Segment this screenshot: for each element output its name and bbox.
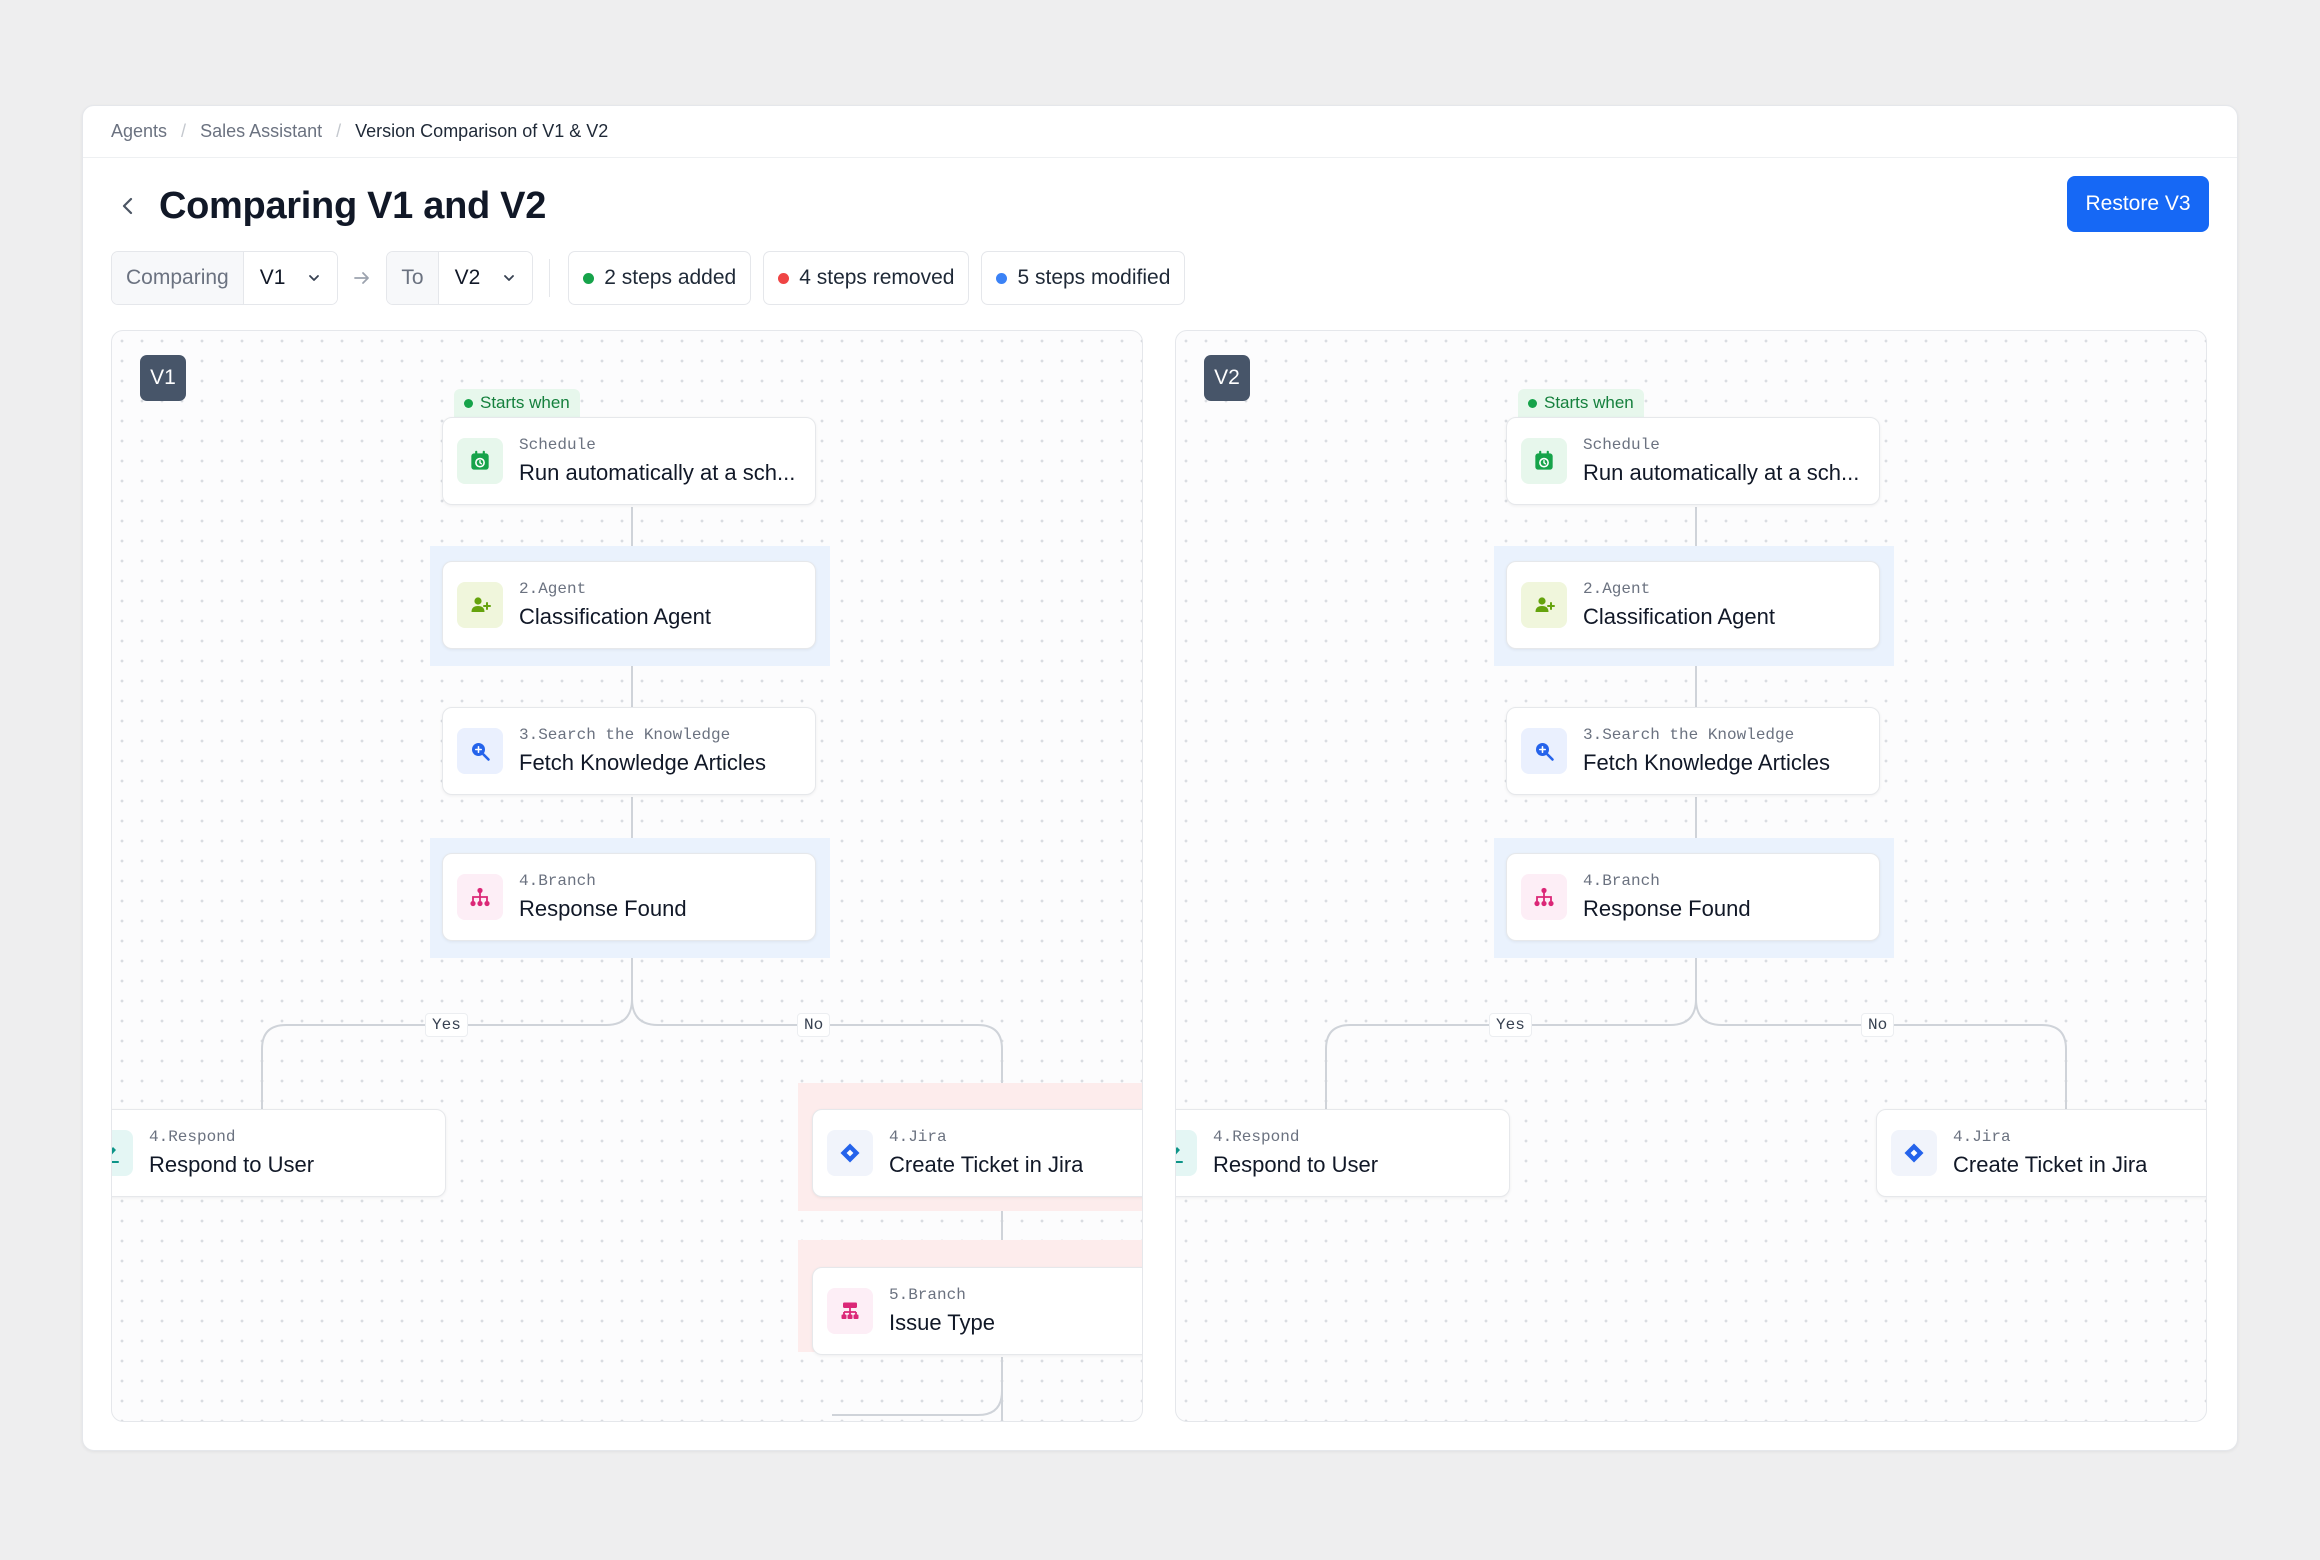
user-add-icon <box>1521 582 1567 628</box>
jira-icon <box>827 1130 873 1176</box>
node-type: 4.Respond <box>149 1128 236 1146</box>
node-jira-ticket[interactable]: 4.Jira Create Ticket in Jira <box>1876 1109 2206 1197</box>
v1-canvas[interactable]: V1 Starts when Schedule Run automaticall… <box>111 330 1143 1422</box>
node-title: Classification Agent <box>1583 604 1775 629</box>
app-window: Agents / Sales Assistant / Version Compa… <box>82 105 2238 1451</box>
node-title: Response Found <box>1583 896 1751 921</box>
node-title: Run automatically at a sch... <box>519 460 796 485</box>
node-type: Schedule <box>1583 436 1660 454</box>
arrow-right-icon <box>338 268 386 288</box>
steps-removed-text: 4 steps removed <box>799 266 955 289</box>
reply-icon <box>112 1130 133 1176</box>
divider <box>549 259 551 297</box>
node-type: 2.Agent <box>519 580 587 598</box>
to-version-select[interactable]: To V2 <box>386 251 534 305</box>
node-title: Fetch Knowledge Articles <box>1583 750 1831 775</box>
node-title: Response Found <box>519 896 687 921</box>
breadcrumb: Agents / Sales Assistant / Version Compa… <box>83 106 2237 158</box>
steps-added-text: 2 steps added <box>604 266 737 289</box>
steps-added-badge: 2 steps added <box>568 251 752 305</box>
steps-removed-badge: 4 steps removed <box>763 251 970 305</box>
to-label: To <box>387 252 439 304</box>
status-dot <box>996 272 1008 284</box>
node-response-branch[interactable]: 4.Branch Response Found <box>442 853 816 941</box>
node-respond-user[interactable]: 4.Respond Respond to User <box>1176 1109 1510 1197</box>
branch-icon <box>1521 874 1567 920</box>
to-version-text: V2 <box>454 266 481 289</box>
trigger-tag: Starts when <box>454 389 580 417</box>
node-type: 2.Agent <box>1583 580 1651 598</box>
node-type: 3.Search the Knowledge <box>519 726 731 744</box>
node-title: Fetch Knowledge Articles <box>519 750 767 775</box>
node-type: 4.Respond <box>1213 1128 1300 1146</box>
node-title: Respond to User <box>149 1152 315 1177</box>
trigger-tag-label: Starts when <box>480 393 570 412</box>
edge-label-yes: Yes <box>425 1013 468 1037</box>
breadcrumb-item-current: Version Comparison of V1 & V2 <box>355 121 609 141</box>
node-type: 4.Jira <box>1953 1128 2011 1146</box>
node-response-branch[interactable]: 4.Branch Response Found <box>1506 853 1880 941</box>
to-version-value[interactable]: V2 <box>438 252 533 304</box>
edge-label-no: No <box>797 1013 831 1037</box>
v2-canvas[interactable]: V2 Starts when Schedule Run automaticall… <box>1175 330 2207 1422</box>
trigger-tag: Starts when <box>1518 389 1644 417</box>
from-version-select[interactable]: Comparing V1 <box>111 251 339 305</box>
node-knowledge-search[interactable]: 3.Search the Knowledge Fetch Knowledge A… <box>442 707 816 795</box>
breadcrumb-item-agents[interactable]: Agents <box>111 121 167 142</box>
calendar-icon <box>457 438 503 484</box>
node-title: Create Ticket in Jira <box>1953 1152 2148 1177</box>
node-type: 4.Branch <box>1583 872 1660 890</box>
calendar-icon <box>1521 438 1567 484</box>
status-dot <box>464 398 473 408</box>
user-add-icon <box>457 582 503 628</box>
node-classification-agent[interactable]: 2.Agent Classification Agent <box>442 561 816 649</box>
breadcrumb-item-sales-assistant[interactable]: Sales Assistant <box>200 121 322 142</box>
back-arrow-icon[interactable] <box>111 189 145 223</box>
node-title: Respond to User <box>1213 1152 1379 1177</box>
steps-modified-text: 5 steps modified <box>1017 266 1171 289</box>
node-issue-type-branch[interactable]: 5.Branch Issue Type <box>812 1267 1142 1355</box>
status-dot <box>583 272 595 284</box>
restore-button[interactable]: Restore V3 <box>2067 176 2209 232</box>
breadcrumb-separator: / <box>181 121 187 141</box>
edge-label-yes: Yes <box>1489 1013 1532 1037</box>
steps-modified-badge: 5 steps modified <box>981 251 1186 305</box>
status-dot <box>778 272 790 284</box>
node-classification-agent[interactable]: 2.Agent Classification Agent <box>1506 561 1880 649</box>
node-knowledge-search[interactable]: 3.Search the Knowledge Fetch Knowledge A… <box>1506 707 1880 795</box>
chevron-down-icon <box>309 275 320 281</box>
breadcrumb-separator: / <box>336 121 342 141</box>
node-jira-ticket[interactable]: 4.Jira Create Ticket in Jira <box>812 1109 1142 1197</box>
comparing-label: Comparing <box>112 252 244 304</box>
reply-icon <box>1176 1130 1197 1176</box>
node-type: Schedule <box>519 436 596 454</box>
trigger-tag-label: Starts when <box>1544 393 1634 412</box>
node-type: 5.Branch <box>889 1286 966 1304</box>
node-respond-user[interactable]: 4.Respond Respond to User <box>112 1109 446 1197</box>
from-version-value[interactable]: V1 <box>243 252 338 304</box>
search-icon <box>457 728 503 774</box>
jira-icon <box>1891 1130 1937 1176</box>
node-title: Run automatically at a sch... <box>1583 460 1860 485</box>
edge-label-no: No <box>1861 1013 1895 1037</box>
node-schedule[interactable]: Schedule Run automatically at a sch... <box>1506 417 1880 505</box>
node-title: Create Ticket in Jira <box>889 1152 1084 1177</box>
node-title: Issue Type <box>889 1310 995 1335</box>
branch-icon <box>457 874 503 920</box>
title-row: Comparing V1 and V2 <box>111 176 546 236</box>
node-type: 4.Branch <box>519 872 596 890</box>
chevron-down-icon <box>504 275 515 281</box>
page-title: Comparing V1 and V2 <box>159 184 547 227</box>
search-icon <box>1521 728 1567 774</box>
node-schedule[interactable]: Schedule Run automatically at a sch... <box>442 417 816 505</box>
status-dot <box>1528 398 1537 408</box>
node-type: 4.Jira <box>889 1128 947 1146</box>
node-type: 3.Search the Knowledge <box>1583 726 1795 744</box>
comparison-toolbar: Comparing V1 To V2 2 steps added 4 steps… <box>111 251 1197 305</box>
from-version-text: V1 <box>259 266 286 289</box>
hierarchy-icon <box>827 1288 873 1334</box>
node-title: Classification Agent <box>519 604 711 629</box>
